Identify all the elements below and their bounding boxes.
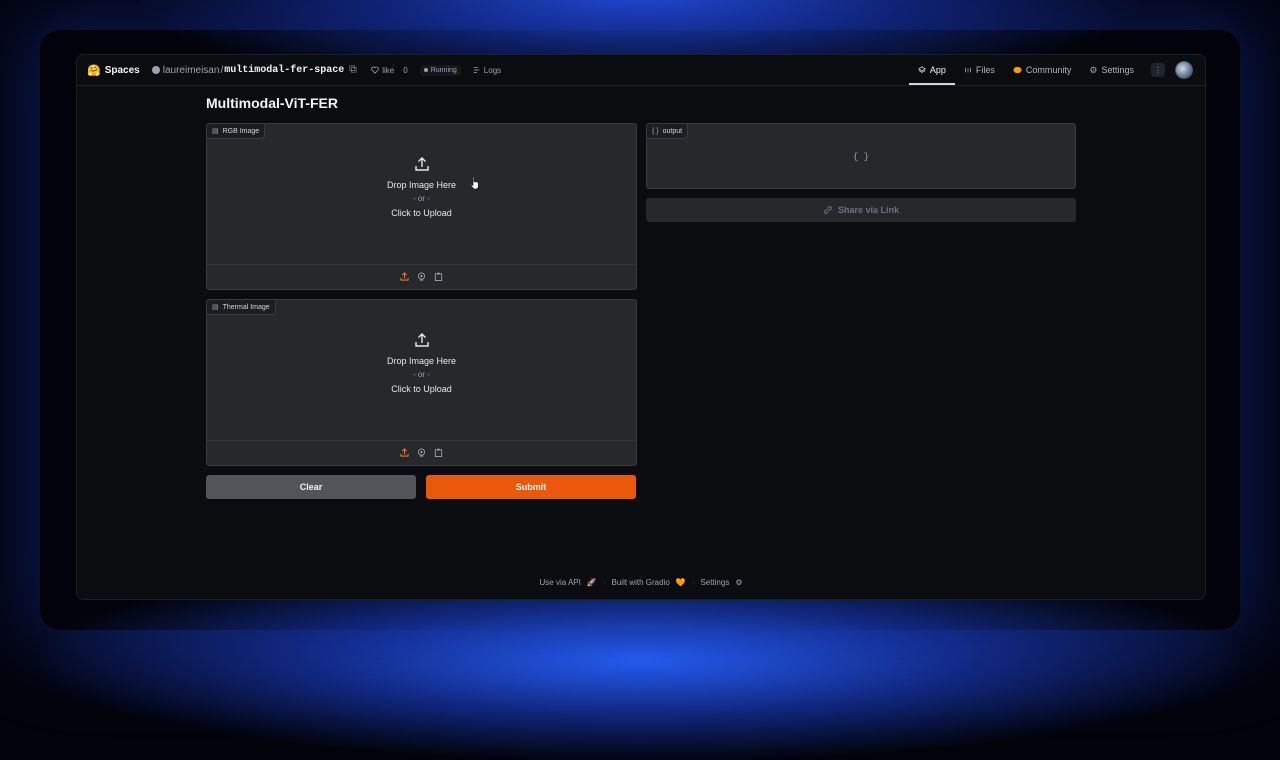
mouse-cursor-icon bbox=[470, 176, 479, 190]
thermal-image-upload[interactable]: ▤ Thermal Image Drop Image Here - or - C… bbox=[206, 299, 637, 466]
rocket-icon: 🚀 bbox=[586, 578, 597, 587]
browser-window: 🤗 Spaces laureimeisan / multimodal-fer-s… bbox=[76, 54, 1206, 600]
status-dot-icon bbox=[423, 68, 428, 72]
clipboard-icon[interactable] bbox=[434, 272, 443, 283]
rgb-source-toolbar bbox=[207, 264, 636, 289]
community-icon bbox=[1013, 66, 1022, 74]
gear-icon: ⚙ bbox=[1089, 64, 1098, 75]
page-title: Multimodal-ViT-FER bbox=[206, 95, 338, 111]
tab-app-label: App bbox=[929, 65, 946, 75]
user-avatar[interactable] bbox=[1175, 61, 1193, 79]
like-label: like bbox=[382, 65, 395, 75]
image-icon: ▤ bbox=[212, 128, 219, 135]
owner-link[interactable]: laureimeisan bbox=[163, 65, 220, 76]
tab-files-label: Files bbox=[975, 65, 995, 75]
thermal-drop-zone[interactable]: Drop Image Here - or - Click to Upload bbox=[207, 332, 636, 396]
heart-icon bbox=[371, 66, 380, 74]
space-header: 🤗 Spaces laureimeisan / multimodal-fer-s… bbox=[77, 55, 1205, 86]
path-separator: / bbox=[220, 64, 224, 76]
link-icon bbox=[824, 206, 832, 214]
share-via-link-label: Share via Link bbox=[837, 205, 900, 215]
output-label: { } output bbox=[647, 124, 689, 139]
app-icon bbox=[917, 66, 926, 73]
header-left: 🤗 Spaces laureimeisan / multimodal-fer-s… bbox=[77, 55, 501, 85]
footer-settings-link[interactable]: Settings bbox=[700, 578, 729, 587]
thermal-image-label-text: Thermal Image bbox=[222, 303, 270, 311]
header-nav: App Files Community ⚙ Settings ⋮ bbox=[908, 55, 1205, 85]
logs-button[interactable]: Logs bbox=[473, 66, 501, 75]
thermal-source-toolbar bbox=[207, 440, 636, 465]
click-to-upload-text: Click to Upload bbox=[391, 208, 452, 218]
repo-name-link[interactable]: multimodal-fer-space bbox=[224, 65, 344, 76]
or-text: - or - bbox=[413, 194, 430, 203]
built-with-gradio-link[interactable]: Built with Gradio bbox=[612, 578, 670, 587]
rgb-image-label-text: RGB Image bbox=[222, 127, 260, 135]
status-label: Running bbox=[430, 66, 457, 74]
tab-community[interactable]: Community bbox=[1004, 55, 1081, 85]
click-to-upload-text: Click to Upload bbox=[391, 384, 452, 394]
tab-settings-label: Settings bbox=[1101, 65, 1134, 75]
upload-source-icon[interactable] bbox=[400, 447, 409, 459]
owner-avatar-icon bbox=[151, 66, 160, 74]
output-json-value: { } bbox=[852, 152, 870, 162]
drop-image-text: Drop Image Here bbox=[386, 180, 457, 190]
more-menu-button[interactable]: ⋮ bbox=[1151, 63, 1165, 77]
rgb-image-upload[interactable]: ▤ RGB Image Drop Image Here - or - Click… bbox=[206, 123, 637, 290]
hugging-face-logo-icon[interactable]: 🤗 bbox=[87, 64, 101, 77]
json-icon: { } bbox=[652, 127, 659, 135]
webcam-icon[interactable] bbox=[417, 447, 426, 459]
footer-separator: · bbox=[691, 578, 695, 587]
output-panel: { } output { } bbox=[646, 123, 1076, 189]
thermal-image-label: ▤ Thermal Image bbox=[207, 300, 276, 315]
webcam-icon[interactable] bbox=[417, 271, 426, 283]
copy-icon[interactable] bbox=[349, 65, 357, 75]
logs-icon bbox=[473, 67, 480, 73]
files-icon bbox=[965, 67, 971, 73]
gradio-logo-icon: 🧡 bbox=[675, 578, 686, 587]
like-button[interactable]: like 0 bbox=[371, 65, 408, 75]
output-label-text: output bbox=[662, 127, 683, 135]
footer-separator: · bbox=[602, 578, 606, 587]
submit-button[interactable]: Submit bbox=[426, 475, 636, 499]
share-via-link-button[interactable]: Share via Link bbox=[646, 198, 1076, 222]
like-count: 0 bbox=[403, 65, 408, 75]
upload-source-icon[interactable] bbox=[400, 271, 409, 283]
clear-button[interactable]: Clear bbox=[206, 475, 416, 499]
rgb-drop-zone[interactable]: Drop Image Here - or - Click to Upload bbox=[207, 156, 636, 220]
tab-settings[interactable]: ⚙ Settings bbox=[1080, 55, 1143, 85]
status-badge: Running bbox=[419, 64, 461, 76]
drop-image-text: Drop Image Here bbox=[386, 356, 457, 366]
tab-files[interactable]: Files bbox=[955, 55, 1004, 85]
use-via-api-link[interactable]: Use via API bbox=[540, 578, 581, 587]
image-icon: ▤ bbox=[212, 304, 219, 311]
upload-icon bbox=[414, 333, 429, 347]
tab-community-label: Community bbox=[1025, 65, 1072, 75]
gradio-footer: Use via API 🚀 · Built with Gradio 🧡 · Se… bbox=[77, 578, 1205, 587]
settings-gear-icon: ⚙ bbox=[735, 578, 743, 587]
rgb-image-label: ▤ RGB Image bbox=[207, 124, 266, 139]
clipboard-icon[interactable] bbox=[434, 448, 443, 459]
tab-app[interactable]: App bbox=[908, 55, 955, 85]
upload-icon bbox=[414, 157, 429, 171]
logs-label: Logs bbox=[483, 65, 502, 75]
or-text: - or - bbox=[413, 370, 430, 379]
spaces-link[interactable]: Spaces bbox=[105, 65, 140, 76]
